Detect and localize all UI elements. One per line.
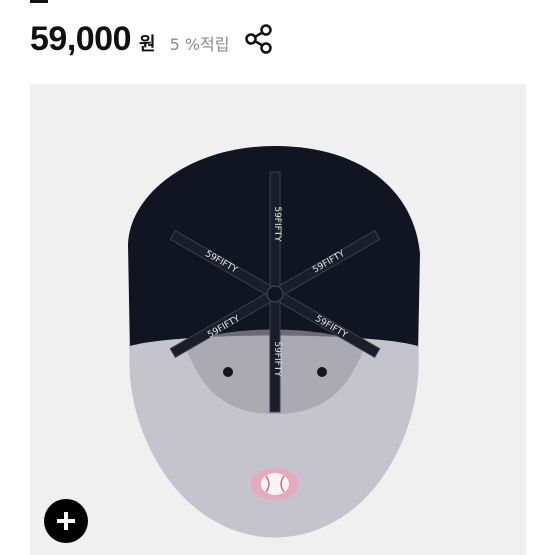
product-image: 59FIFTY 59FIFTY 59FIFTY 59FIFTY 59FIFTY … xyxy=(128,146,420,538)
zoom-in-button[interactable] xyxy=(44,499,88,543)
price-row: 59,000 원 5 %적립 xyxy=(30,20,229,60)
price-currency: 원 xyxy=(139,34,156,55)
product-detail-page: 59,000 원 5 %적립 59FIFTY 59FIFTY 59FIFTY 5… xyxy=(0,0,555,555)
share-icon xyxy=(245,24,272,54)
baseball-logo-icon xyxy=(251,468,299,500)
points-rate: 5 %적립 xyxy=(169,35,230,54)
previous-line-fragment xyxy=(30,0,48,3)
tape-label: 59FIFTY xyxy=(272,206,282,242)
share-button[interactable] xyxy=(242,22,276,56)
product-image-panel: 59FIFTY 59FIFTY 59FIFTY 59FIFTY 59FIFTY … xyxy=(30,84,526,555)
tape-label: 59FIFTY xyxy=(272,341,282,377)
product-price: 59,000 xyxy=(30,20,132,58)
